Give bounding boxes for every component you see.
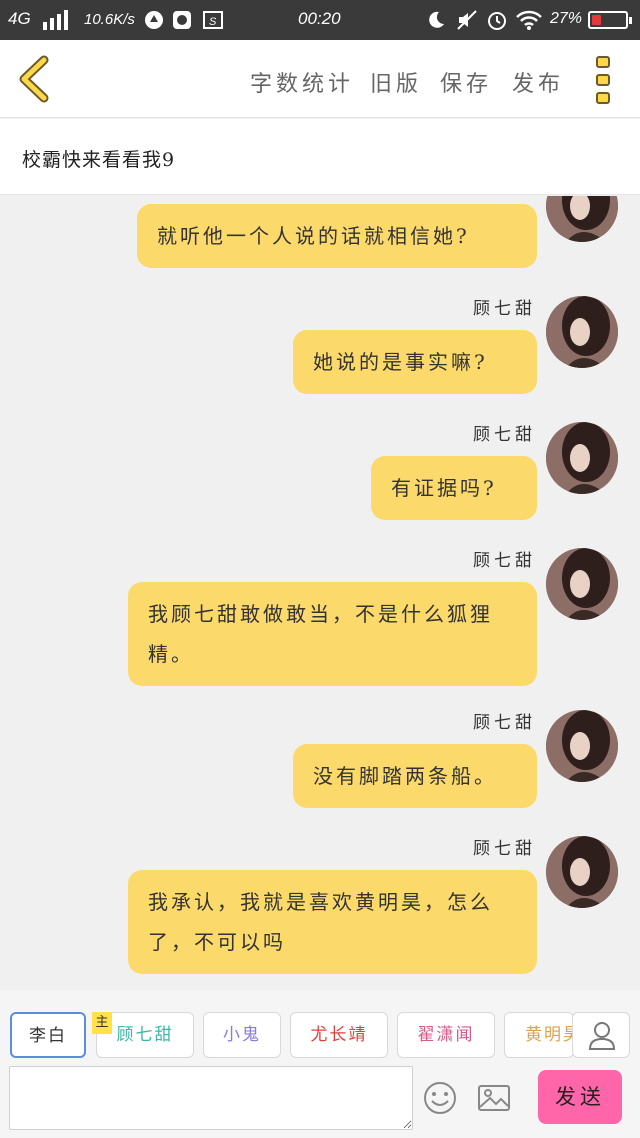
main-role-badge: 主 [92, 1012, 112, 1034]
more-dot-icon [596, 56, 610, 68]
app-icon [172, 10, 192, 35]
sender-name: 顾七甜 [473, 839, 536, 859]
avatar-portrait-icon [546, 710, 618, 782]
sender-name: 顾七甜 [473, 551, 536, 571]
avatar[interactable] [546, 836, 618, 908]
message-bubble[interactable]: 她说的是事实嘛? [293, 330, 537, 394]
chat-list[interactable]: 就听他一个人说的话就相信她? 顾七甜 她说的是事实嘛? 顾七甜 有证据吗? 顾七… [0, 196, 640, 990]
avatar-portrait-icon [546, 836, 618, 908]
role-chip-zhaixiaowen[interactable]: 翟潇闻 [397, 1012, 495, 1058]
more-dot-icon [596, 92, 610, 104]
image-button[interactable] [476, 1080, 512, 1116]
smiley-icon [424, 1082, 456, 1114]
role-manage-button[interactable] [572, 1012, 630, 1058]
mute-icon [456, 9, 478, 36]
sender-name: 顾七甜 [473, 713, 536, 733]
role-selector: 李白 主 顾七甜 小鬼 尤长靖 翟潇闻 黄明昊 [0, 990, 640, 1062]
story-title-bar[interactable]: 校霸快来看看我9 [0, 119, 640, 195]
message-bubble[interactable]: 有证据吗? [371, 456, 537, 520]
message-input[interactable] [9, 1066, 413, 1130]
svg-text:S: S [209, 16, 217, 28]
sender-name: 顾七甜 [473, 299, 536, 319]
image-icon [478, 1085, 510, 1111]
publish-button[interactable]: 发布 [512, 66, 564, 98]
send-button[interactable]: 发送 [538, 1070, 622, 1124]
message-bubble[interactable]: 没有脚踏两条船。 [293, 744, 537, 808]
clock-time: 00:20 [298, 9, 341, 28]
message-bubble[interactable]: 就听他一个人说的话就相信她? [137, 204, 537, 268]
old-version-button[interactable]: 旧版 [370, 66, 422, 98]
status-bar: 4G 10.6K/s S 00:20 27% [0, 0, 640, 40]
story-title[interactable]: 校霸快来看看我9 [22, 145, 175, 172]
avatar[interactable] [546, 710, 618, 782]
role-chip-youchangjing[interactable]: 尤长靖 [290, 1012, 388, 1058]
save-button[interactable]: 保存 [440, 66, 492, 98]
word-count-button[interactable]: 字数统计 [250, 66, 354, 98]
input-bar: 发送 [0, 1062, 640, 1138]
traffic-icon [144, 10, 164, 35]
wifi-icon [516, 10, 542, 35]
avatar-portrait-icon [546, 422, 618, 494]
battery-icon [588, 11, 632, 29]
avatar[interactable] [546, 296, 618, 368]
top-toolbar: 字数统计 旧版 保存 发布 [0, 40, 640, 118]
emoji-button[interactable] [422, 1080, 458, 1116]
role-chip-libai[interactable]: 李白 [10, 1012, 86, 1058]
battery-level [592, 15, 601, 25]
sender-name: 顾七甜 [473, 425, 536, 445]
network-speed: 10.6K/s [84, 11, 135, 28]
network-label: 4G [8, 9, 31, 28]
back-button[interactable] [14, 54, 54, 104]
avatar[interactable] [546, 548, 618, 620]
chevron-left-icon [19, 55, 49, 103]
alarm-icon [486, 9, 508, 36]
moon-icon [426, 10, 446, 35]
screenshot-icon: S [202, 10, 224, 35]
message-bubble[interactable]: 我承认，我就是喜欢黄明昊，怎么了，不可以吗 [128, 870, 537, 974]
avatar[interactable] [546, 422, 618, 494]
avatar-portrait-icon [546, 296, 618, 368]
more-menu-button[interactable] [592, 54, 616, 106]
avatar[interactable] [546, 196, 618, 242]
role-chip-huangminghao[interactable]: 黄明昊 [504, 1012, 574, 1058]
signal-icon [42, 10, 72, 35]
person-icon [588, 1022, 616, 1050]
more-dot-icon [596, 74, 610, 86]
message-bubble[interactable]: 我顾七甜敢做敢当，不是什么狐狸精。 [128, 582, 537, 686]
avatar-portrait-icon [546, 548, 618, 620]
battery-percent: 27% [550, 10, 583, 27]
role-chip-xiaogui[interactable]: 小鬼 [203, 1012, 281, 1058]
avatar-portrait-icon [546, 196, 618, 242]
